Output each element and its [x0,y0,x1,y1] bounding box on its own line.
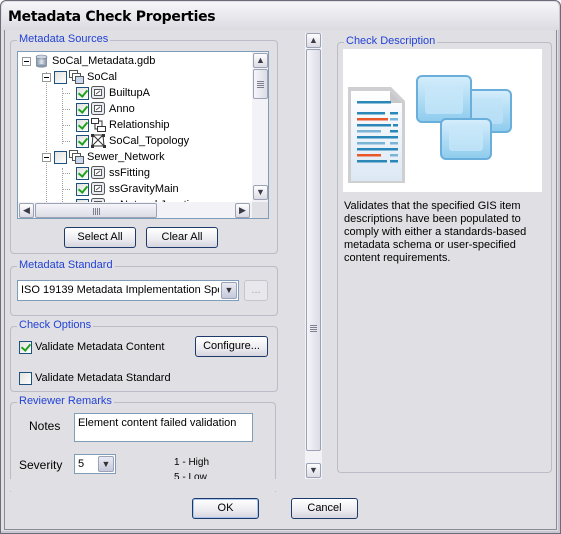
feature-class-icon [91,86,106,100]
tree-item-label: Relationship [109,119,170,131]
validate-content-checkbox[interactable] [19,341,32,354]
validate-standard-label[interactable]: Validate Metadata Standard [35,372,171,384]
tree-connector [62,93,70,94]
tree-item-ssfitting[interactable]: ssFitting [76,165,150,181]
tree-item-checkbox[interactable] [76,182,89,196]
select-all-button[interactable]: Select All [64,227,136,248]
title-bar[interactable]: Metadata Check Properties [2,2,559,30]
collapse-icon[interactable] [42,152,51,162]
window-title: Metadata Check Properties [8,9,216,25]
scroll-down-button[interactable]: ▼ [306,463,321,478]
browse-standard-button[interactable]: ... [244,280,268,301]
metadata-sources-tree[interactable]: SoCal_Metadata.gdb SoCal BuiltupA Anno R… [17,51,269,219]
collapse-icon[interactable] [42,72,51,82]
tree-connector [62,189,70,190]
tree-connector [62,141,70,142]
check-description-text: Validates that the specified GIS item de… [344,200,527,264]
chevron-down-icon[interactable]: ▼ [98,456,114,472]
panel-clip [9,479,281,491]
tree-item-socal[interactable]: SoCal [42,69,117,85]
tree-item-checkbox[interactable] [76,118,89,132]
tree-item-checkbox[interactable] [76,166,89,180]
feature-dataset-icon [69,70,84,84]
metadata-standard-value: ISO 19139 Metadata Implementation Specif… [21,284,219,296]
metadata-standard-select[interactable]: ISO 19139 Metadata Implementation Specif… [17,280,239,301]
metadata-document-icon [348,75,512,183]
relationship-class-icon [91,118,106,132]
notes-input[interactable]: Element content failed validation [74,413,253,442]
severity-hint-high: 1 - High [174,457,210,468]
dialog-window: Metadata Check Properties Metadata Sourc… [0,0,561,534]
metadata-standard-legend: Metadata Standard [17,259,115,271]
tree-item-label: BuiltupA [109,87,150,99]
chevron-down-icon[interactable]: ▼ [221,282,237,299]
tree-item-builtupa[interactable]: BuiltupA [76,85,150,101]
severity-select[interactable]: 5 ▼ [74,454,116,474]
scroll-up-button[interactable]: ▲ [306,33,321,48]
tree-item-label: Sewer_Network [87,151,165,163]
tree-item-label: SoCal_Topology [109,135,190,147]
tree-item-socal-metadata-gdb[interactable]: SoCal_Metadata.gdb [22,53,155,69]
check-description-legend: Check Description [344,35,438,47]
tree-item-socal-topology[interactable]: SoCal_Topology [76,133,189,149]
validate-standard-checkbox[interactable] [19,372,32,385]
main-vertical-scrollbar[interactable]: ▲ ▼ [305,33,322,479]
tree-connector [62,173,70,174]
feature-class-icon [91,102,106,116]
grip-icon [310,325,317,332]
tree-connector [62,109,70,110]
feature-dataset-icon [69,150,84,164]
scrollbar-corner [252,202,268,218]
check-options-legend: Check Options [17,319,94,331]
grip-icon [93,208,100,215]
scroll-thumb[interactable] [253,69,268,99]
check-description-image [343,49,542,192]
metadata-sources-legend: Metadata Sources [17,33,111,45]
tree-item-checkbox[interactable] [54,70,67,84]
scroll-left-button[interactable]: ◀ [19,203,34,218]
tree-item-label: Anno [109,103,135,115]
validate-content-label[interactable]: Validate Metadata Content [35,341,164,353]
tree-item-sewer-network[interactable]: Sewer_Network [42,149,165,165]
scroll-thumb[interactable] [35,203,157,218]
scroll-up-button[interactable]: ▲ [253,53,268,68]
tree-item-checkbox[interactable] [76,102,89,116]
scroll-right-button[interactable]: ▶ [235,203,250,218]
collapse-icon[interactable] [22,56,31,66]
tree-connector [62,125,70,126]
tree-item-label: SoCal_Metadata.gdb [52,55,156,67]
tree-item-ssgravitymain[interactable]: ssGravityMain [76,181,179,197]
scroll-thumb[interactable] [306,49,321,451]
tree-item-relationship[interactable]: Relationship [76,117,170,133]
tree-item-label: SoCal [87,71,117,83]
configure-button[interactable]: Configure... [195,336,268,357]
tree-item-checkbox[interactable] [76,86,89,100]
tree-item-label: ssGravityMain [109,183,179,195]
severity-hint-clip: 5 - Low [151,471,231,479]
tree-horizontal-scrollbar[interactable]: ◀ ▶ [18,202,268,218]
geodatabase-icon [34,54,49,68]
severity-value: 5 [78,458,85,470]
notes-label: Notes [29,419,61,433]
clear-all-button[interactable]: Clear All [146,227,218,248]
tree-item-anno[interactable]: Anno [76,101,135,117]
severity-hint-low: 5 - Low [174,472,207,479]
cancel-button[interactable]: Cancel [291,498,358,519]
reviewer-remarks-legend: Reviewer Remarks [17,395,114,407]
tree-item-checkbox[interactable] [54,150,67,164]
feature-class-icon [91,166,106,180]
tree-item-label: ssFitting [109,167,150,179]
ok-button[interactable]: OK [192,498,259,519]
grip-icon [257,81,264,88]
severity-label: Severity [19,458,63,472]
feature-class-icon [91,182,106,196]
tree-vertical-scrollbar[interactable]: ▲ ▼ [252,52,268,202]
tree-connector [62,88,63,144]
scroll-down-button[interactable]: ▼ [253,185,268,200]
tree-item-checkbox[interactable] [76,134,89,148]
topology-icon [91,134,106,148]
